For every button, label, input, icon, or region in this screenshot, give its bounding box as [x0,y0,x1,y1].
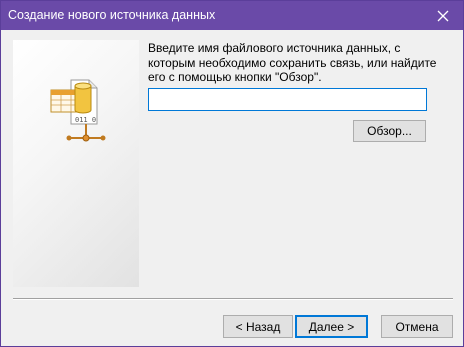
data-source-path-input[interactable] [148,88,427,111]
title-bar[interactable]: Создание нового источника данных [1,1,463,30]
instructions-text: Введите имя файлового источника данных, … [148,41,437,84]
cancel-button[interactable]: Отмена [381,315,453,338]
close-icon [437,10,449,21]
back-button[interactable]: < Назад [223,315,293,338]
next-button[interactable]: Далее > [295,315,368,338]
data-source-connection-icon: 011 0 [50,79,106,142]
browse-button[interactable]: Обзор... [353,120,426,142]
window-title: Создание нового источника данных [8,8,216,22]
footer-divider [13,298,453,300]
create-data-source-dialog: Создание нового источника данных 011 0 В… [0,0,464,347]
binary-glyph-text: 011 0 [75,116,96,124]
wizard-side-panel: 011 0 [13,40,139,287]
close-button[interactable] [423,1,463,30]
